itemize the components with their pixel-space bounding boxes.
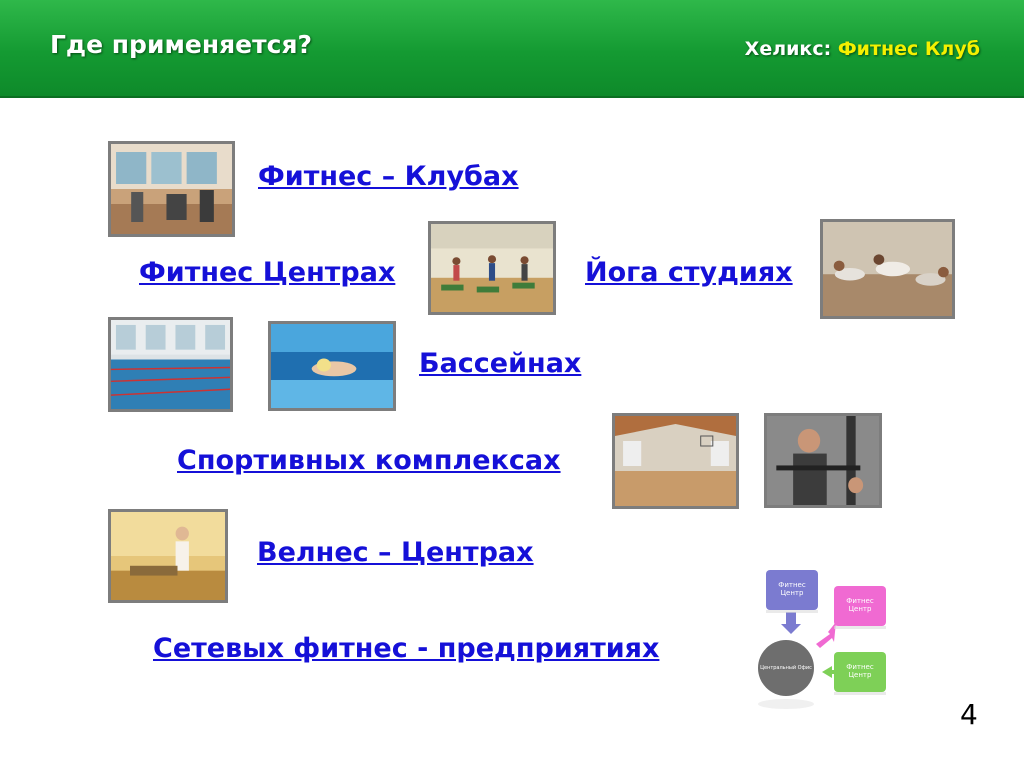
sport-hall-photo (612, 413, 739, 509)
link-network-enterprises[interactable]: Сетевых фитнес - предприятиях (153, 633, 659, 664)
link-fitness-centers[interactable]: Фитнес Центрах (139, 257, 395, 288)
page-number: 4 (960, 698, 978, 731)
gym-photo (108, 141, 235, 237)
brand-name: Фитнес Клуб (837, 38, 980, 60)
link-yoga-studios[interactable]: Йога студиях (585, 257, 793, 288)
link-pools[interactable]: Бассейнах (419, 348, 581, 379)
fitness-center-photo (428, 221, 556, 315)
network-diagram: Фитнес Центр Фитнес Центр Фитнес Центр Ц… (756, 562, 896, 722)
link-sport-complexes[interactable]: Спортивных комплексах (177, 445, 561, 476)
brand-label: Хеликс: Фитнес Клуб (745, 38, 980, 60)
brand-prefix: Хеликс: (744, 38, 832, 60)
pool-photo-2 (268, 321, 396, 411)
link-wellness-centers[interactable]: Велнес – Центрах (257, 537, 534, 568)
wellness-photo (108, 509, 228, 603)
header-bar: Где применяется? Хеликс: Фитнес Клуб (0, 0, 1024, 98)
yoga-photo (820, 219, 955, 319)
slide-title: Где применяется? (50, 30, 312, 59)
link-fitness-clubs[interactable]: Фитнес – Клубах (258, 161, 519, 192)
diagram-arrows (758, 610, 886, 709)
trainer-photo (764, 413, 882, 508)
pool-photo-1 (108, 317, 233, 412)
